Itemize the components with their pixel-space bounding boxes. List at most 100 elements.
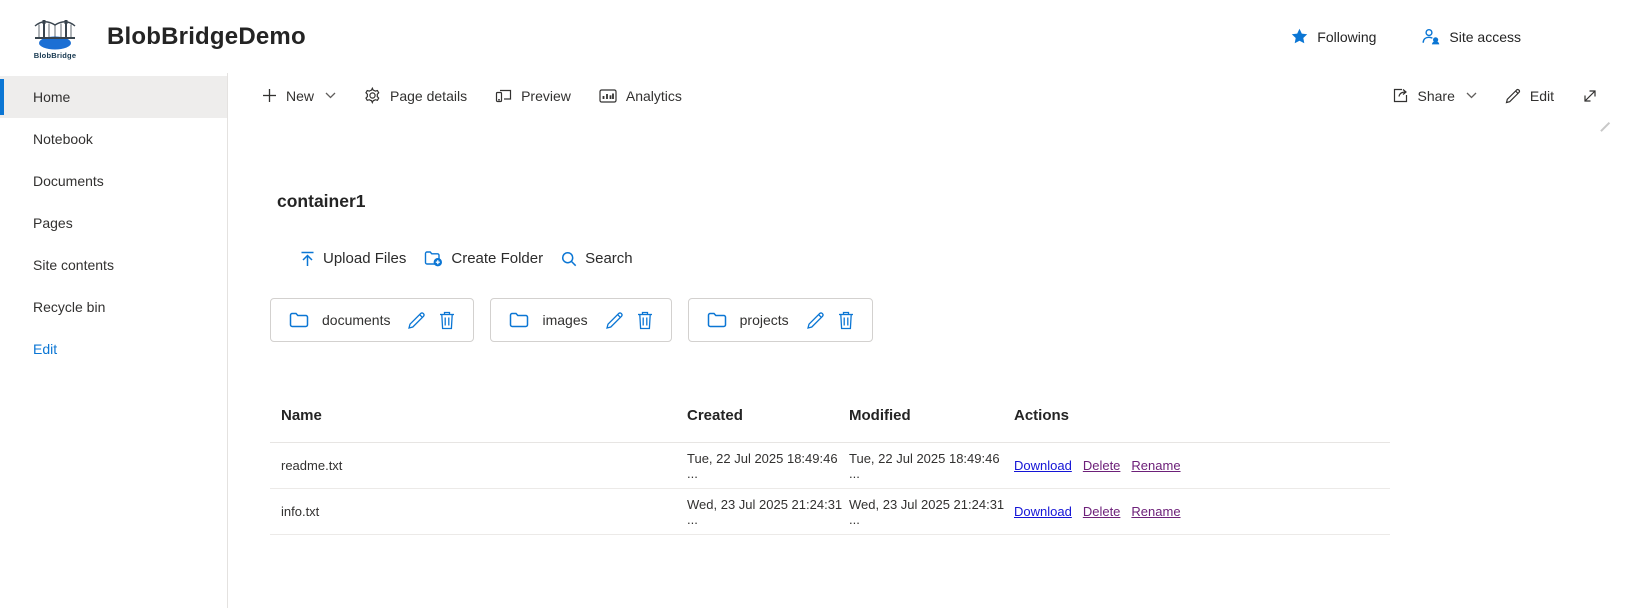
- analytics-label: Analytics: [626, 88, 682, 104]
- page-body: Home Notebook Documents Pages Site conte…: [0, 73, 1628, 608]
- site-header: BlobBridge BlobBridgeDemo Following: [0, 0, 1628, 73]
- sidebar-item-notebook[interactable]: Notebook: [0, 118, 227, 160]
- column-header-name: Name: [281, 407, 687, 424]
- upload-icon: [300, 251, 315, 267]
- chevron-down-icon: [1466, 92, 1477, 99]
- bridge-logo-icon: [33, 14, 77, 50]
- sidebar-item-recycle-bin[interactable]: Recycle bin: [0, 286, 227, 328]
- table-row: info.txt Wed, 23 Jul 2025 21:24:31 ... W…: [270, 489, 1390, 535]
- share-button[interactable]: Share: [1392, 87, 1477, 104]
- download-link[interactable]: Download: [1014, 458, 1072, 473]
- sidebar-item-label: Pages: [33, 215, 73, 231]
- trash-icon: [439, 311, 455, 330]
- rename-link[interactable]: Rename: [1131, 458, 1180, 473]
- analytics-icon: [599, 88, 617, 104]
- share-icon: [1392, 87, 1409, 104]
- delete-folder-button[interactable]: [637, 311, 653, 330]
- logo-label: BlobBridge: [34, 51, 76, 60]
- pencil-icon: [407, 311, 426, 330]
- create-folder-button[interactable]: Create Folder: [424, 250, 543, 267]
- edit-page-button[interactable]: Edit: [1505, 88, 1554, 104]
- folder-card-images[interactable]: images: [490, 298, 671, 342]
- site-title: BlobBridgeDemo: [107, 23, 306, 51]
- container-title: container1: [277, 191, 1628, 212]
- sidebar-item-label: Home: [33, 89, 70, 105]
- delete-folder-button[interactable]: [838, 311, 854, 330]
- rename-link[interactable]: Rename: [1131, 504, 1180, 519]
- page-details-button[interactable]: Page details: [364, 87, 467, 104]
- sidebar-item-label: Recycle bin: [33, 299, 105, 315]
- file-name: info.txt: [281, 504, 687, 519]
- site-logo[interactable]: BlobBridge: [27, 8, 83, 65]
- sidebar-item-site-contents[interactable]: Site contents: [0, 244, 227, 286]
- sidebar-item-documents[interactable]: Documents: [0, 160, 227, 202]
- pencil-icon: [605, 311, 624, 330]
- file-table: Name Created Modified Actions readme.txt…: [270, 388, 1390, 535]
- chevron-down-icon: [325, 92, 336, 99]
- folder-card-projects[interactable]: projects: [688, 298, 873, 342]
- edit-page-label: Edit: [1530, 88, 1554, 104]
- sidebar-item-pages[interactable]: Pages: [0, 202, 227, 244]
- star-icon: [1291, 28, 1308, 45]
- trash-icon: [637, 311, 653, 330]
- preview-icon: [495, 87, 512, 104]
- sidebar-edit-label: Edit: [33, 341, 57, 357]
- file-name: readme.txt: [281, 458, 687, 473]
- folder-cards: documents: [270, 298, 1628, 342]
- folder-icon: [707, 312, 727, 328]
- preview-button[interactable]: Preview: [495, 87, 571, 104]
- header-actions: Following Site access: [1291, 28, 1628, 45]
- site-access-label: Site access: [1449, 29, 1521, 45]
- gear-icon: [364, 87, 381, 104]
- download-link[interactable]: Download: [1014, 504, 1072, 519]
- analytics-button[interactable]: Analytics: [599, 88, 682, 104]
- delete-link[interactable]: Delete: [1083, 504, 1121, 519]
- sidebar-item-label: Notebook: [33, 131, 93, 147]
- sidebar-edit-link[interactable]: Edit: [0, 328, 227, 370]
- column-header-modified: Modified: [849, 407, 1014, 424]
- container-actions: Upload Files Create Folder: [300, 250, 1628, 267]
- rename-folder-button[interactable]: [407, 311, 426, 330]
- following-label: Following: [1317, 29, 1376, 45]
- command-bar: New Page details: [228, 73, 1628, 118]
- table-row: readme.txt Tue, 22 Jul 2025 18:49:46 ...…: [270, 443, 1390, 489]
- rename-folder-button[interactable]: [605, 311, 624, 330]
- search-button[interactable]: Search: [561, 250, 633, 267]
- delete-folder-button[interactable]: [439, 311, 455, 330]
- upload-files-button[interactable]: Upload Files: [300, 250, 406, 267]
- search-icon: [561, 251, 577, 267]
- command-bar-left: New Page details: [262, 87, 682, 104]
- expand-button[interactable]: [1582, 88, 1598, 104]
- table-header-row: Name Created Modified Actions: [270, 388, 1390, 443]
- sidebar-nav: Home Notebook Documents Pages Site conte…: [0, 73, 228, 608]
- sidebar-item-home[interactable]: Home: [0, 76, 227, 118]
- file-created: Wed, 23 Jul 2025 21:24:31 ...: [687, 497, 849, 527]
- column-header-created: Created: [687, 407, 849, 424]
- page-details-label: Page details: [390, 88, 467, 104]
- folder-icon: [289, 312, 309, 328]
- column-header-actions: Actions: [1014, 407, 1390, 424]
- main-content: New Page details: [228, 73, 1628, 608]
- folder-name: projects: [740, 312, 789, 328]
- site-access-button[interactable]: Site access: [1422, 28, 1521, 45]
- sidebar-item-label: Site contents: [33, 257, 114, 273]
- rename-folder-button[interactable]: [806, 311, 825, 330]
- people-icon: [1422, 28, 1440, 45]
- folder-card-documents[interactable]: documents: [270, 298, 474, 342]
- pencil-icon: [1505, 88, 1521, 104]
- folder-name: documents: [322, 312, 390, 328]
- create-folder-label: Create Folder: [451, 250, 543, 267]
- new-button[interactable]: New: [262, 88, 336, 104]
- delete-link[interactable]: Delete: [1083, 458, 1121, 473]
- folder-icon: [509, 312, 529, 328]
- file-modified: Tue, 22 Jul 2025 18:49:46 ...: [849, 451, 1014, 481]
- row-actions: Download Delete Rename: [1014, 504, 1390, 519]
- share-label: Share: [1418, 88, 1455, 104]
- new-label: New: [286, 88, 314, 104]
- app-window: BlobBridge BlobBridgeDemo Following: [0, 0, 1628, 608]
- file-created: Tue, 22 Jul 2025 18:49:46 ...: [687, 451, 849, 481]
- following-button[interactable]: Following: [1291, 28, 1376, 45]
- trash-icon: [838, 311, 854, 330]
- row-actions: Download Delete Rename: [1014, 458, 1390, 473]
- sidebar-item-label: Documents: [33, 173, 104, 189]
